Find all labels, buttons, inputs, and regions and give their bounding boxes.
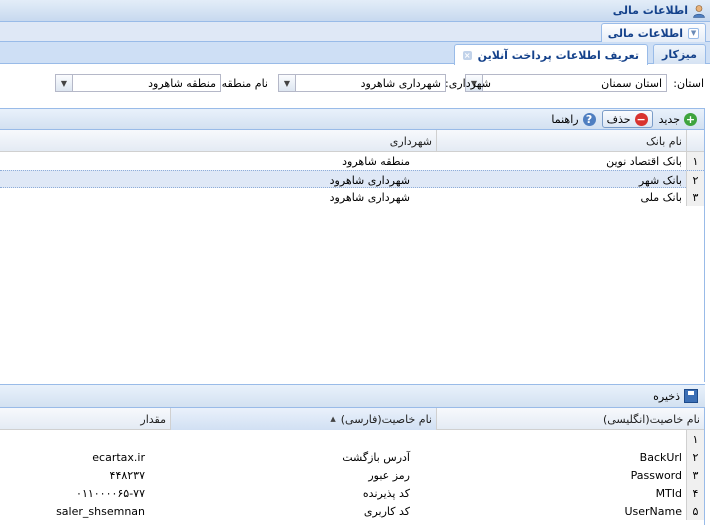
province-value: استان سمنان: [601, 76, 662, 90]
persian-name-cell: کد پذیرنده: [362, 486, 410, 500]
municipality-label: شهرداری:: [445, 77, 491, 90]
user-icon: [692, 4, 706, 18]
english-name-cell: [436, 430, 686, 448]
province-label: استان:: [673, 77, 704, 90]
row-number: ۴: [686, 484, 704, 502]
sort-asc-icon: ▲: [330, 415, 336, 423]
province-select[interactable]: استان سمنان ▼: [465, 74, 667, 92]
municipality-value: شهرداری شاهرود: [360, 76, 441, 90]
table-row[interactable]: ۳ Password رمز عبور ۴۴۸۲۳۷: [0, 466, 704, 484]
english-name-cell: BackUrl: [639, 450, 682, 464]
row-number: ۵: [686, 502, 704, 520]
row-number: ۲: [686, 448, 704, 466]
english-name-cell: Password: [630, 468, 682, 482]
table-row[interactable]: ۵ UserName کد کاربری saler_shsemnan: [0, 502, 704, 520]
bank-cell: بانک اقتصاد نوین: [606, 154, 682, 168]
close-icon[interactable]: ×: [462, 50, 472, 60]
column-header-english-name[interactable]: نام خاصیت(انگلیسی): [436, 408, 704, 430]
tab-label: میزکار: [661, 48, 697, 61]
tab-dashboard[interactable]: میزکار: [652, 44, 706, 64]
new-button-label: جدید: [658, 112, 680, 126]
filter-bar: استان: استان سمنان ▼ شهرداری: شهرداری شا…: [0, 65, 710, 105]
grid-header: نام بانک شهرداری: [0, 130, 704, 152]
row-number: ۱: [686, 430, 704, 448]
panel-title: اطلاعات مالی: [607, 26, 683, 40]
tab-label: تعریف اطلاعات پرداخت آنلاین: [477, 48, 639, 62]
persian-name-cell: رمز عبور: [368, 468, 410, 482]
value-cell[interactable]: ۴۴۸۲۳۷: [0, 466, 149, 484]
table-row[interactable]: ۴ MTId کد پذیرنده ۰۱۱۰۰۰۰۶۵-۷۷: [0, 484, 704, 502]
save-icon: [684, 389, 698, 403]
help-button-label: راهنما: [551, 112, 579, 126]
table-row[interactable]: ۲ بانک شهر شهرداری شاهرود: [0, 170, 704, 189]
delete-icon: −: [634, 112, 648, 126]
value-cell[interactable]: [0, 430, 149, 448]
chevron-down-icon[interactable]: ▼: [279, 75, 296, 91]
region-value: منطقه شاهرود: [148, 76, 216, 90]
municipality-cell: منطقه شاهرود: [342, 154, 410, 168]
tab-strip: میزکار تعریف اطلاعات پرداخت آنلاین ×: [0, 42, 710, 65]
column-header-persian-name[interactable]: نام خاصیت(فارسی) ▲: [170, 408, 436, 430]
value-cell[interactable]: ecartax.ir: [0, 448, 149, 466]
table-row[interactable]: ۱ بانک اقتصاد نوین منطقه شاهرود: [0, 152, 704, 170]
properties-grid-toolbar: ذخیره: [0, 384, 705, 408]
new-button[interactable]: + جدید: [655, 110, 701, 128]
delete-button-label: حذف: [606, 112, 631, 126]
grid-header: نام خاصیت(انگلیسی) نام خاصیت(فارسی) ▲ مق…: [0, 408, 704, 430]
bank-grid: نام بانک شهرداری ۱ بانک اقتصاد نوین منطق…: [0, 130, 705, 382]
value-cell[interactable]: saler_shsemnan: [0, 502, 149, 520]
region-select[interactable]: منطقه شاهرود ▼: [55, 74, 221, 92]
save-button[interactable]: ذخیره: [649, 387, 702, 405]
bank-cell: بانک ملی: [640, 190, 682, 204]
add-icon: +: [684, 112, 697, 126]
help-icon: ?: [582, 112, 596, 126]
help-button[interactable]: ? راهنما: [547, 110, 599, 128]
table-row[interactable]: ۲ BackUrl آدرس بازگشت ecartax.ir: [0, 448, 704, 466]
properties-grid: نام خاصیت(انگلیسی) نام خاصیت(فارسی) ▲ مق…: [0, 408, 705, 525]
value-cell[interactable]: ۰۱۱۰۰۰۰۶۵-۷۷: [0, 484, 149, 502]
municipality-cell: شهرداری شاهرود: [329, 190, 410, 204]
table-row[interactable]: ۱: [0, 430, 704, 448]
delete-button[interactable]: − حذف: [601, 110, 653, 128]
panel-header: ▼ اطلاعات مالی: [0, 22, 710, 42]
column-header-value[interactable]: مقدار: [0, 408, 170, 430]
english-name-cell: MTId: [655, 486, 682, 500]
window-titlebar: اطلاعات مالی: [0, 0, 710, 22]
collapse-icon[interactable]: ▼: [688, 27, 699, 39]
row-number: ۳: [686, 466, 704, 484]
save-button-label: ذخیره: [653, 389, 680, 403]
persian-name-cell: آدرس بازگشت: [342, 450, 410, 464]
tab-online-payment[interactable]: تعریف اطلاعات پرداخت آنلاین ×: [453, 44, 648, 65]
row-number: ۱: [686, 152, 704, 170]
column-header-persian-label: نام خاصیت(فارسی): [340, 412, 432, 426]
panel-title-tab[interactable]: ▼ اطلاعات مالی: [600, 23, 706, 42]
bank-grid-toolbar: + جدید − حذف ? راهنما: [0, 108, 705, 130]
table-row[interactable]: ۳ بانک ملی شهرداری شاهرود: [0, 188, 704, 206]
row-number: ۳: [686, 188, 704, 206]
persian-name-cell: [170, 430, 414, 448]
english-name-cell: UserName: [624, 504, 682, 518]
window-title: اطلاعات مالی: [612, 4, 688, 17]
row-number: ۲: [686, 171, 704, 189]
column-header-municipality[interactable]: شهرداری: [0, 130, 436, 152]
municipality-select[interactable]: شهرداری شاهرود ▼: [278, 74, 446, 92]
chevron-down-icon[interactable]: ▼: [56, 75, 73, 91]
persian-name-cell: کد کاربری: [363, 504, 410, 518]
column-header-bank[interactable]: نام بانک: [436, 130, 704, 152]
region-label: نام منطقه:: [217, 77, 268, 90]
bank-cell: بانک شهر: [638, 173, 682, 187]
municipality-cell: شهرداری شاهرود: [329, 173, 410, 187]
